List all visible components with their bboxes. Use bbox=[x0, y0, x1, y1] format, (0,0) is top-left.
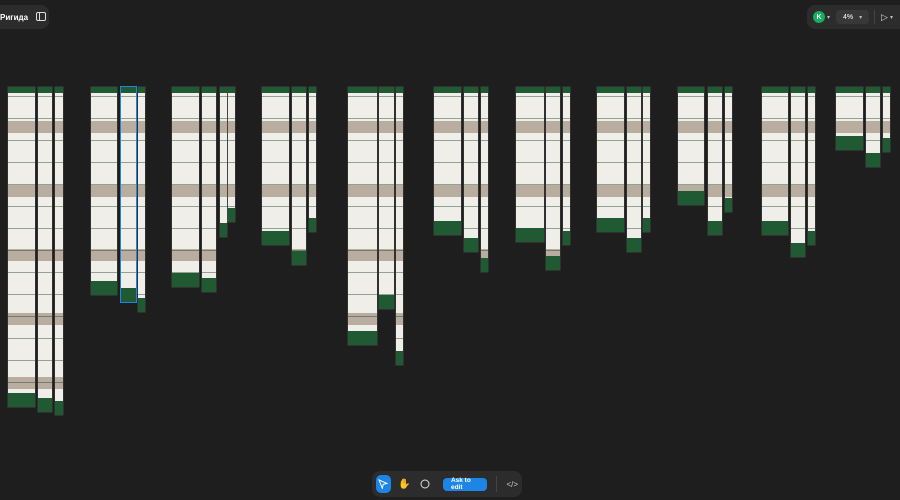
canvas-frame[interactable] bbox=[708, 87, 722, 235]
canvas-frame[interactable] bbox=[55, 87, 63, 415]
divider bbox=[495, 476, 497, 492]
design-canvas[interactable] bbox=[0, 0, 900, 470]
canvas-frame[interactable] bbox=[516, 87, 544, 242]
bottom-toolbar: ✋ Ask to edit </> bbox=[372, 471, 522, 497]
canvas-frame[interactable] bbox=[202, 87, 216, 292]
canvas-frame[interactable] bbox=[725, 87, 732, 212]
canvas-frame[interactable] bbox=[883, 87, 890, 152]
ask-to-edit-button[interactable]: Ask to edit bbox=[442, 477, 487, 491]
divider bbox=[874, 10, 876, 24]
canvas-frame[interactable] bbox=[678, 87, 704, 205]
canvas-frame[interactable] bbox=[563, 87, 570, 245]
canvas-frame[interactable] bbox=[597, 87, 624, 232]
top-right-panel: K ▾ 4% ▾ ▷ ▾ bbox=[807, 5, 900, 29]
canvas-frame[interactable] bbox=[546, 87, 560, 270]
canvas-frame[interactable] bbox=[309, 87, 316, 232]
canvas-frame[interactable] bbox=[262, 87, 289, 245]
chevron-down-icon: ▾ bbox=[859, 14, 863, 21]
canvas-frame[interactable] bbox=[228, 87, 235, 222]
canvas-frame[interactable] bbox=[481, 87, 488, 272]
chevron-down-icon[interactable]: ▾ bbox=[827, 14, 830, 21]
canvas-frame[interactable] bbox=[836, 87, 863, 150]
canvas-frame[interactable] bbox=[91, 87, 117, 295]
canvas-frame[interactable] bbox=[348, 87, 377, 345]
code-icon[interactable]: </> bbox=[506, 480, 518, 489]
canvas-frame[interactable] bbox=[172, 87, 199, 287]
canvas-frame[interactable] bbox=[643, 87, 650, 232]
avatar[interactable]: K bbox=[813, 11, 825, 23]
canvas-frame[interactable] bbox=[220, 87, 227, 237]
canvas-frame[interactable] bbox=[292, 87, 306, 265]
canvas-frame[interactable] bbox=[38, 87, 52, 412]
move-cursor-icon[interactable] bbox=[376, 475, 391, 493]
canvas-frame[interactable] bbox=[808, 87, 815, 245]
canvas-frame[interactable] bbox=[464, 87, 478, 252]
canvas-frame[interactable] bbox=[866, 87, 880, 167]
hand-tool-icon[interactable]: ✋ bbox=[397, 475, 412, 493]
canvas-frame[interactable] bbox=[8, 87, 35, 407]
chevron-down-icon[interactable]: ▾ bbox=[890, 14, 893, 21]
zoom-level: 4% bbox=[842, 13, 854, 21]
canvas-frame[interactable] bbox=[379, 87, 394, 309]
canvas-frame[interactable] bbox=[627, 87, 641, 252]
canvas-frame[interactable] bbox=[762, 87, 788, 235]
canvas-frame[interactable] bbox=[396, 87, 403, 365]
sidebar-toggle-icon[interactable] bbox=[36, 8, 47, 26]
play-icon[interactable]: ▷ bbox=[881, 12, 888, 23]
canvas-frame[interactable] bbox=[791, 87, 805, 257]
zoom-control[interactable]: 4% ▾ bbox=[836, 10, 870, 24]
file-title[interactable]: Ригида bbox=[0, 13, 28, 22]
file-title-panel: Ригида bbox=[0, 5, 49, 29]
canvas-frame[interactable] bbox=[138, 87, 145, 312]
canvas-frame[interactable] bbox=[120, 86, 137, 303]
comment-icon[interactable] bbox=[418, 475, 433, 493]
canvas-frame[interactable] bbox=[434, 87, 461, 235]
